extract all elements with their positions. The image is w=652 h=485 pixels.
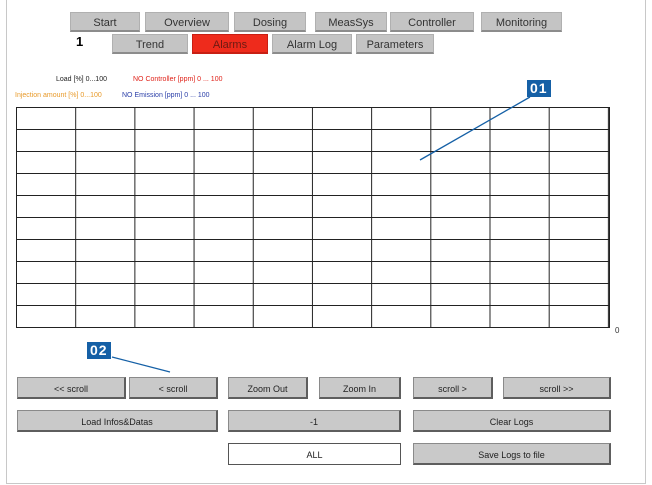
clear-logs-button[interactable]: Clear Logs [413, 410, 611, 432]
zoom-in-button[interactable]: Zoom In [319, 377, 401, 399]
page-value-field[interactable]: -1 [228, 410, 401, 432]
log-filter-field[interactable]: ALL [228, 443, 401, 465]
load-infos-datas-button[interactable]: Load Infos&Datas [17, 410, 218, 432]
zoom-out-button[interactable]: Zoom Out [228, 377, 308, 399]
callout-02-leader [111, 356, 171, 373]
scroll-forward-button[interactable]: scroll > [413, 377, 493, 399]
scroll-last-button[interactable]: scroll >> [503, 377, 611, 399]
callout-01-badge: 01 [527, 80, 551, 97]
scroll-back-button[interactable]: < scroll [129, 377, 218, 399]
save-logs-button[interactable]: Save Logs to file [413, 443, 611, 465]
callout-02-badge: 02 [87, 342, 111, 359]
scroll-first-button[interactable]: << scroll [17, 377, 126, 399]
callout-01-leader [419, 96, 531, 161]
